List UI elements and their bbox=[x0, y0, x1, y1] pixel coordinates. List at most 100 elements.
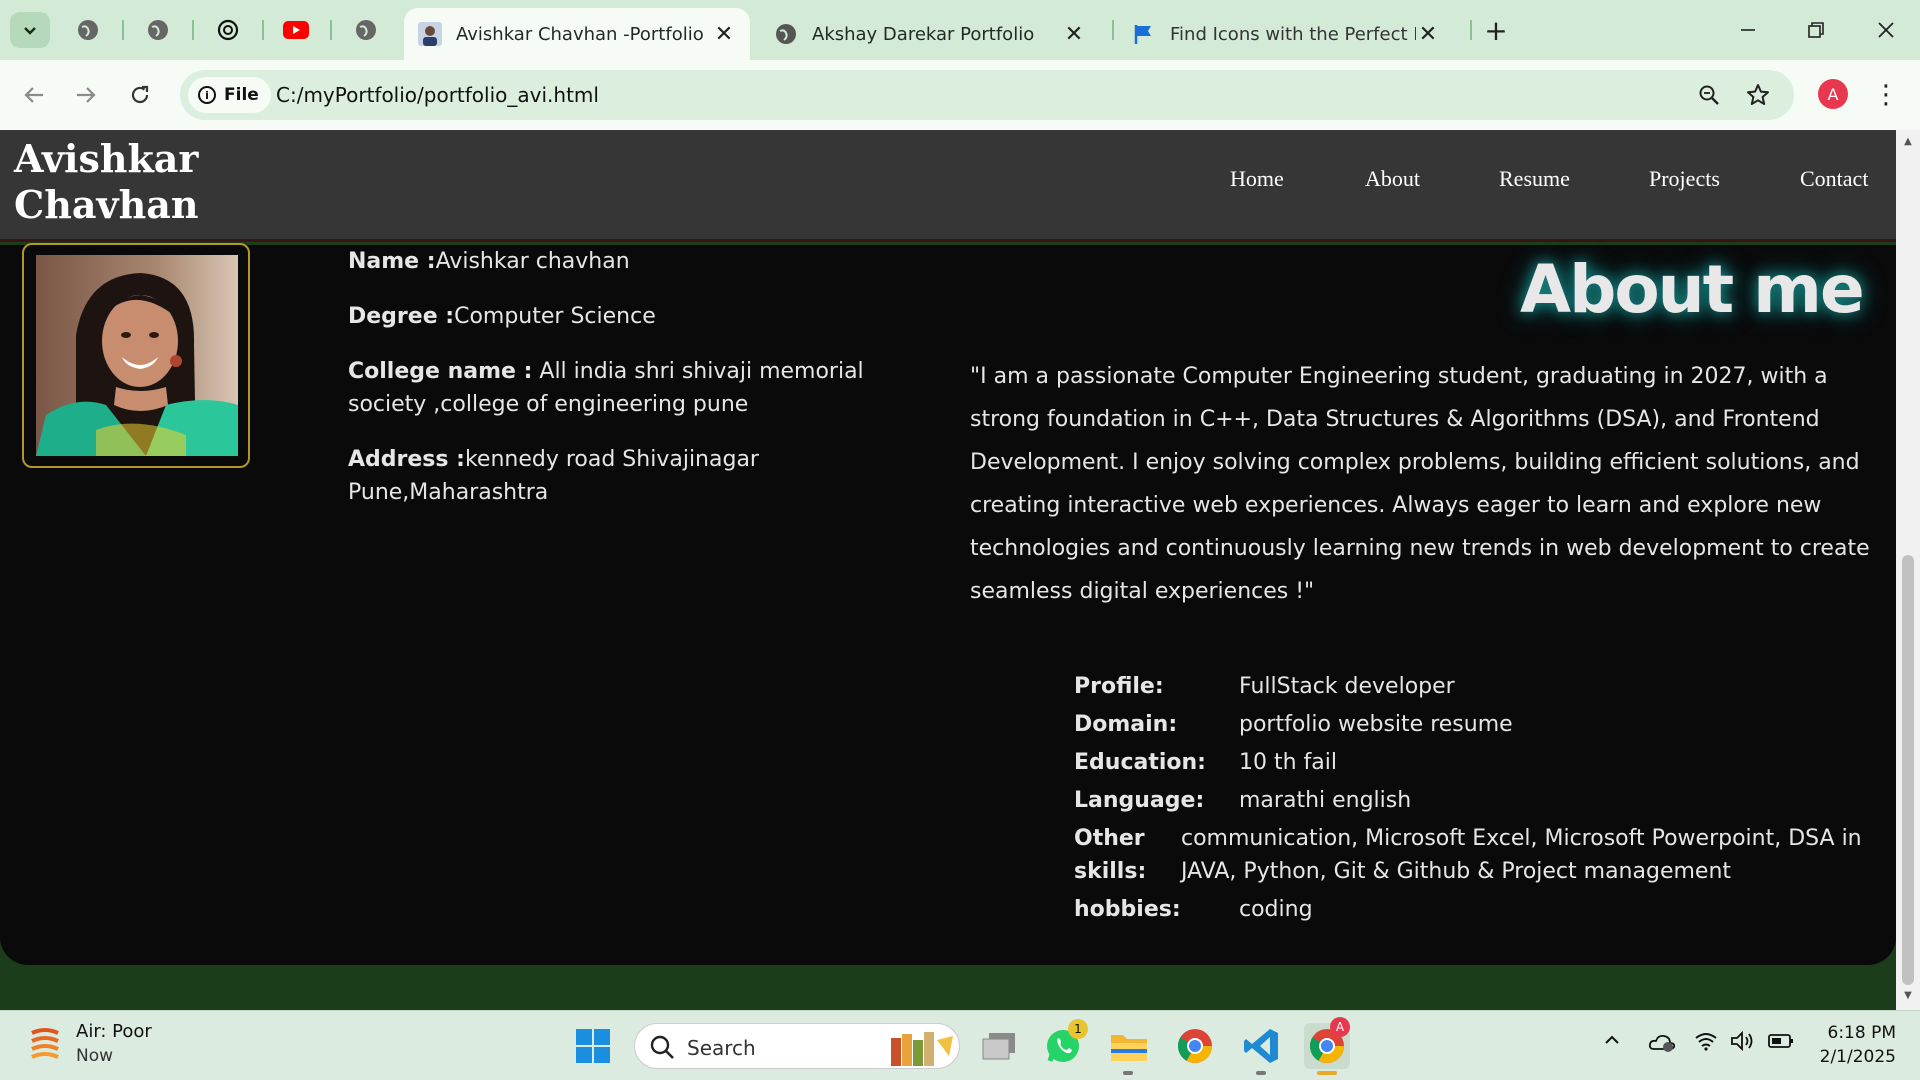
profile-badge: A bbox=[1330, 1017, 1350, 1037]
windows-taskbar: Air: Poor Now Search 1 A 6:18 PM 2/1/202… bbox=[0, 1010, 1920, 1080]
pinned-tab-globe-2[interactable] bbox=[142, 14, 174, 46]
whatsapp-app[interactable]: 1 bbox=[1040, 1019, 1088, 1069]
name-row: Name :Avishkar chavhan bbox=[348, 245, 868, 278]
nav-home[interactable]: Home bbox=[1230, 166, 1284, 192]
system-clock[interactable]: 6:18 PM 2/1/2025 bbox=[1812, 1021, 1896, 1069]
site-info-chip[interactable]: i File bbox=[188, 77, 271, 113]
weather-icon[interactable] bbox=[28, 1025, 62, 1065]
chrome-profile-app[interactable]: A bbox=[1304, 1017, 1350, 1075]
info-icon: i bbox=[198, 86, 216, 104]
address-bar[interactable]: i File C:/myPortfolio/portfolio_avi.html bbox=[180, 70, 1794, 120]
nav-projects[interactable]: Projects bbox=[1649, 166, 1720, 192]
detail-value: 10 th fail bbox=[1239, 750, 1338, 775]
address-label: Address : bbox=[348, 447, 465, 472]
chevron-down-icon bbox=[24, 27, 36, 35]
tab-search-button[interactable] bbox=[10, 12, 50, 48]
arrow-left-icon bbox=[24, 87, 43, 103]
reload-button[interactable] bbox=[122, 77, 158, 113]
start-button[interactable] bbox=[570, 1023, 616, 1069]
more-menu-icon[interactable]: ⋮ bbox=[1873, 77, 1899, 113]
vscode-app[interactable] bbox=[1238, 1023, 1284, 1075]
wifi-icon[interactable] bbox=[1694, 1031, 1718, 1056]
browser-toolbar: i File C:/myPortfolio/portfolio_avi.html… bbox=[0, 60, 1920, 130]
detail-value: FullStack developer bbox=[1239, 674, 1455, 699]
taskview-button[interactable] bbox=[976, 1023, 1022, 1069]
about-paragraph: "I am a passionate Computer Engineering … bbox=[970, 364, 1870, 604]
arrow-right-icon bbox=[77, 87, 96, 103]
globe-icon bbox=[774, 22, 798, 46]
profile-avatar[interactable]: A bbox=[1818, 79, 1848, 109]
tab-strip: Avishkar Chavhan -Portfolio ✕ Akshay Dar… bbox=[0, 0, 1920, 60]
detail-row: Other skills: communication, Microsoft E… bbox=[1074, 822, 1874, 888]
weather-title[interactable]: Air: Poor bbox=[76, 1021, 152, 1042]
profile-photo-frame bbox=[22, 243, 250, 468]
bookmark-star-icon[interactable] bbox=[1744, 81, 1772, 109]
tab-find-icons[interactable]: Find Icons with the Perfect Look ✕ bbox=[1118, 8, 1454, 60]
detail-row: Profile: FullStack developer bbox=[1074, 670, 1874, 703]
site-header: Avishkar Chavhan Home About Resume Proje… bbox=[0, 130, 1896, 242]
chatgpt-icon bbox=[217, 19, 239, 41]
scrollbar-thumb[interactable] bbox=[1902, 555, 1914, 985]
forward-button[interactable] bbox=[68, 77, 104, 113]
page-scrollbar[interactable]: ▲ ▼ bbox=[1896, 130, 1920, 1010]
clock-time: 6:18 PM bbox=[1827, 1023, 1897, 1043]
tab-avishkar-portfolio[interactable]: Avishkar Chavhan -Portfolio ✕ bbox=[404, 8, 750, 60]
about-heading: About me bbox=[1520, 251, 1865, 328]
details-list: Profile: FullStack developer Domain: por… bbox=[1074, 670, 1874, 931]
restore-icon bbox=[1808, 22, 1824, 38]
minimize-button[interactable] bbox=[1720, 10, 1776, 50]
close-tab-icon[interactable]: ✕ bbox=[1062, 22, 1086, 47]
detail-label: Other skills: bbox=[1074, 826, 1147, 884]
pinned-tab-youtube[interactable] bbox=[280, 14, 312, 46]
zoom-icon[interactable] bbox=[1695, 81, 1723, 109]
url-text[interactable]: C:/myPortfolio/portfolio_avi.html bbox=[276, 83, 599, 107]
battery-icon[interactable] bbox=[1768, 1031, 1794, 1056]
pinned-tab-globe-3[interactable] bbox=[350, 14, 382, 46]
detail-label: Language: bbox=[1074, 788, 1205, 813]
volume-icon[interactable] bbox=[1730, 1030, 1754, 1056]
pinned-tab-chatgpt[interactable] bbox=[212, 14, 244, 46]
chrome-app[interactable] bbox=[1172, 1023, 1218, 1069]
detail-row: Domain: portfolio website resume bbox=[1074, 708, 1874, 741]
detail-value: communication, Microsoft Excel, Microsof… bbox=[1181, 826, 1862, 884]
nav-contact[interactable]: Contact bbox=[1800, 166, 1868, 192]
scroll-down-arrow-icon[interactable]: ▼ bbox=[1902, 990, 1914, 1002]
close-tab-icon[interactable]: ✕ bbox=[712, 22, 736, 47]
degree-value: Computer Science bbox=[454, 304, 656, 329]
flag-icon bbox=[1132, 22, 1156, 46]
tab-title: Find Icons with the Perfect Look bbox=[1170, 23, 1416, 45]
chrome-icon bbox=[1178, 1029, 1212, 1063]
reload-icon bbox=[131, 85, 149, 104]
degree-row: Degree :Computer Science bbox=[348, 300, 868, 333]
close-tab-icon[interactable]: ✕ bbox=[1416, 22, 1440, 47]
about-section: Name :Avishkar chavhan Degree :Computer … bbox=[0, 243, 1896, 965]
profile-photo bbox=[36, 255, 238, 456]
new-tab-button[interactable]: + bbox=[1480, 14, 1512, 47]
search-icon bbox=[650, 1035, 674, 1059]
detail-value: portfolio website resume bbox=[1239, 712, 1513, 737]
detail-value: marathi english bbox=[1239, 788, 1412, 813]
scroll-up-arrow-icon[interactable]: ▲ bbox=[1902, 136, 1914, 148]
globe-icon bbox=[78, 20, 98, 40]
taskbar-search[interactable]: Search bbox=[634, 1023, 960, 1069]
pinned-tab-globe-1[interactable] bbox=[72, 14, 104, 46]
show-hidden-icons-chevron-icon[interactable] bbox=[1603, 1031, 1621, 1054]
profile-photo-favicon-icon bbox=[418, 22, 442, 46]
file-explorer-app[interactable] bbox=[1106, 1023, 1152, 1075]
search-placeholder: Search bbox=[687, 1036, 756, 1060]
tab-akshay-portfolio[interactable]: Akshay Darekar Portfolio ✕ bbox=[760, 8, 1100, 60]
globe-icon bbox=[356, 20, 376, 40]
restore-button[interactable] bbox=[1788, 10, 1844, 50]
brand-line2: Chavhan bbox=[14, 182, 199, 227]
close-icon bbox=[1878, 22, 1894, 38]
back-button[interactable] bbox=[16, 77, 52, 113]
folder-icon bbox=[1111, 1035, 1147, 1061]
nav-resume[interactable]: Resume bbox=[1499, 166, 1570, 192]
close-window-button[interactable] bbox=[1858, 10, 1914, 50]
site-brand[interactable]: Avishkar Chavhan bbox=[14, 136, 198, 228]
nav-about[interactable]: About bbox=[1365, 166, 1420, 192]
detail-row: Education: 10 th fail bbox=[1074, 746, 1874, 779]
youtube-icon bbox=[283, 21, 309, 39]
onedrive-icon[interactable] bbox=[1648, 1031, 1676, 1058]
detail-value: coding bbox=[1239, 897, 1313, 922]
